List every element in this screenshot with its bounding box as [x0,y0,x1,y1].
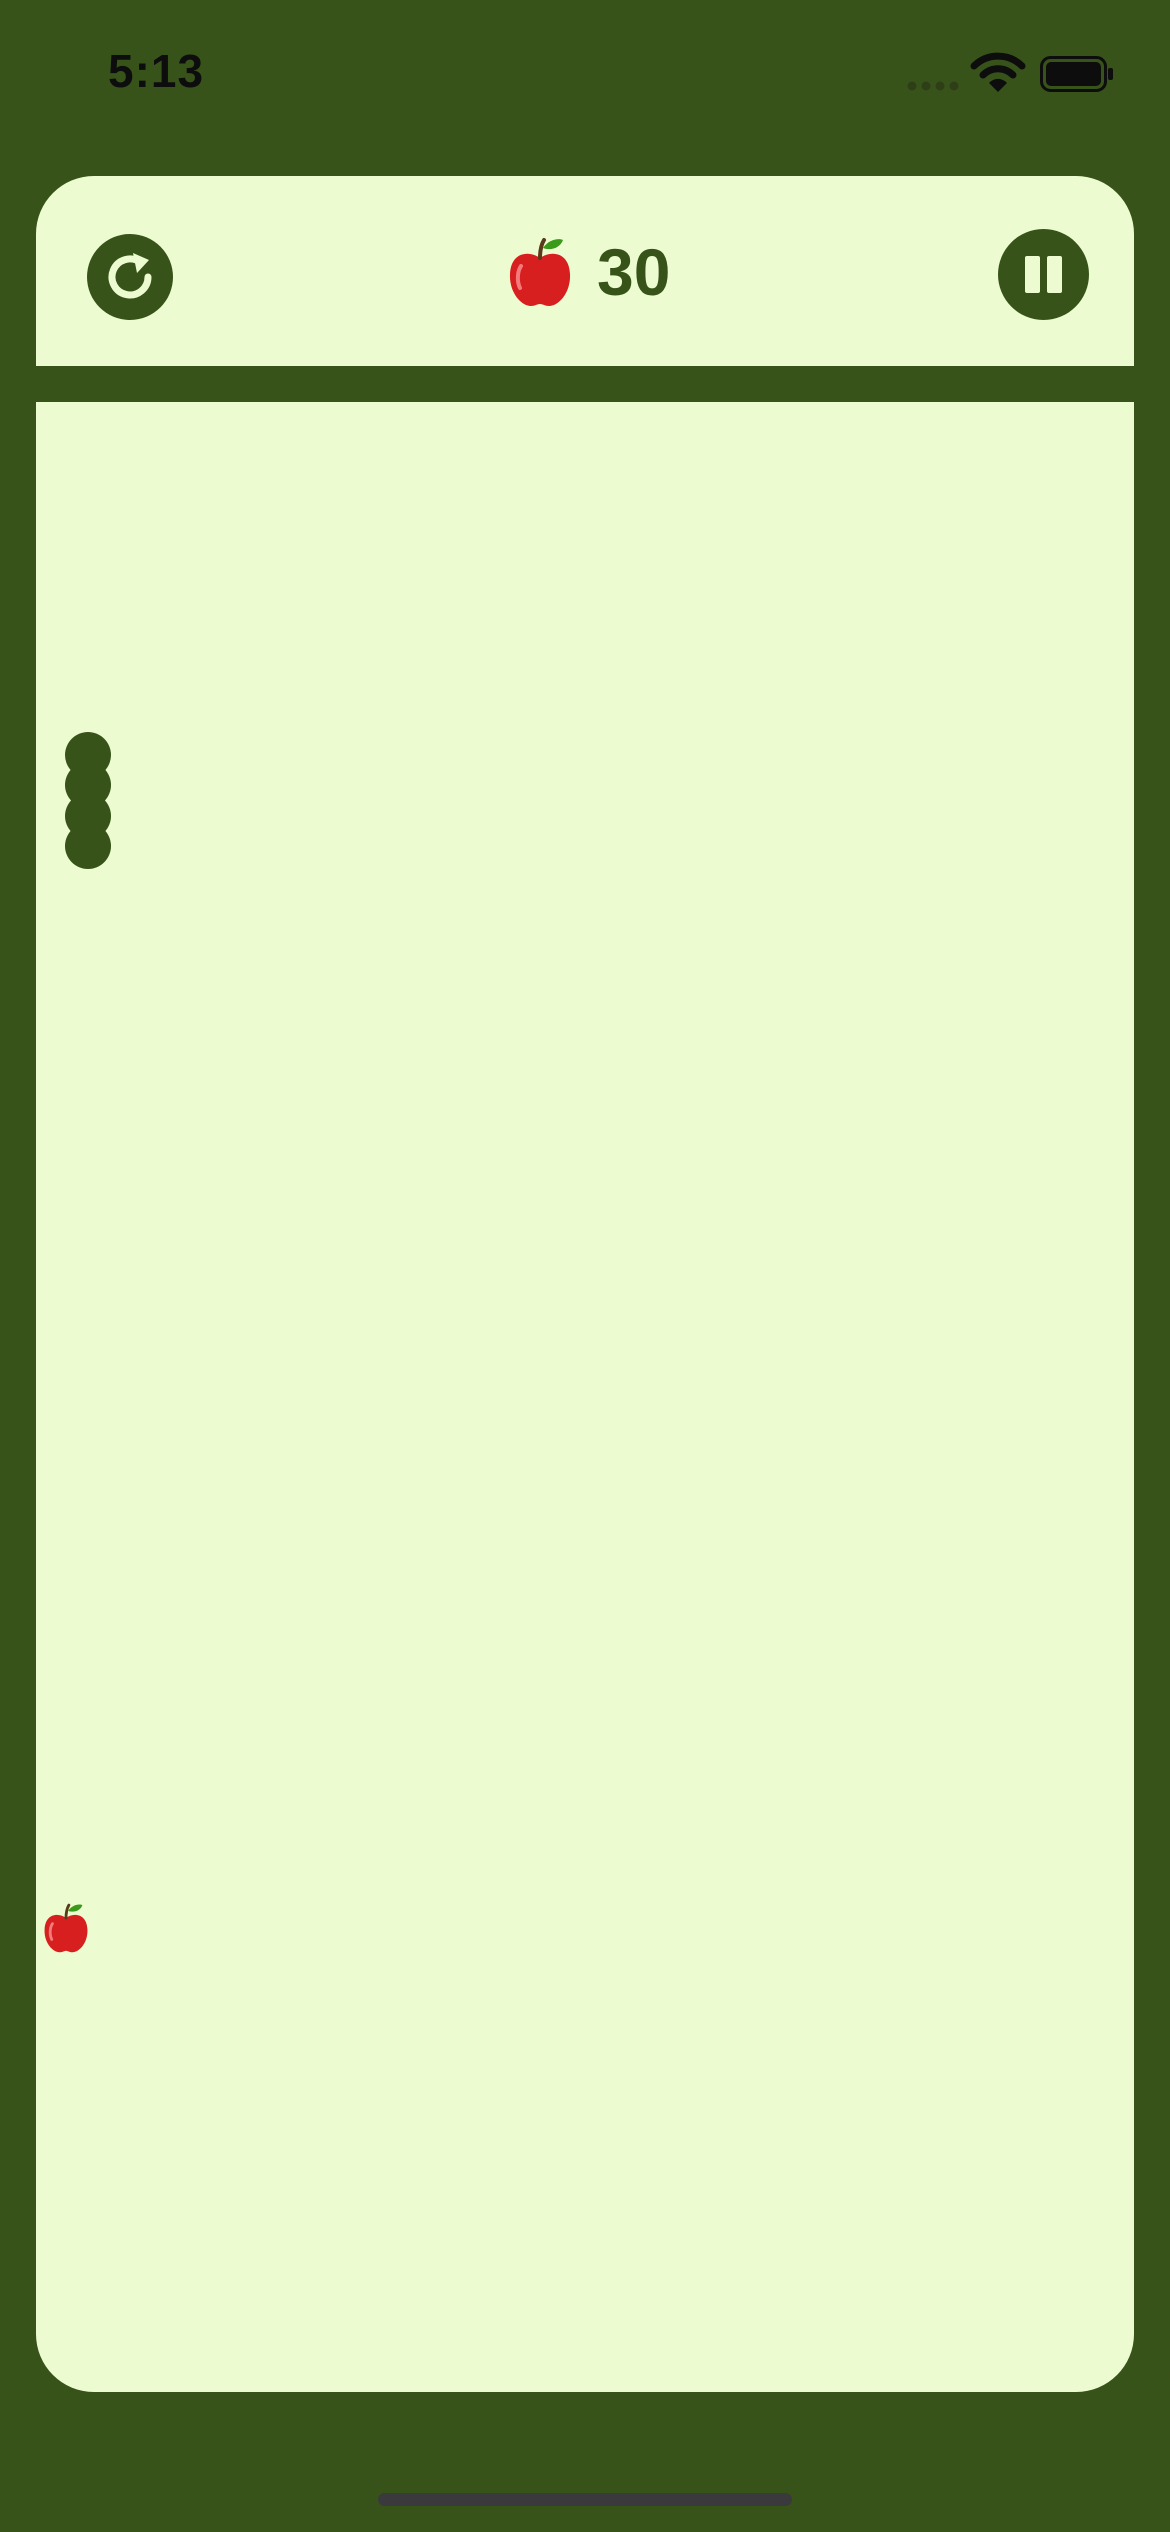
score-value: 30 [597,235,671,309]
status-bar: 5:13 [0,0,1170,150]
pause-icon [1025,256,1040,293]
apple-icon [44,1903,88,1953]
game-board [36,402,1134,2392]
battery-full-icon [1040,56,1113,92]
home-indicator[interactable] [378,2493,792,2506]
pause-icon [1047,256,1062,293]
wifi-icon [970,52,1026,92]
restart-icon [108,253,152,299]
score-display: 30 [505,236,670,308]
restart-button[interactable] [87,234,173,320]
apple-icon [509,238,571,306]
pause-button[interactable] [998,229,1089,320]
signal-dots-icon [907,81,959,91]
snake-segment [65,823,111,869]
status-time: 5:13 [108,45,205,97]
